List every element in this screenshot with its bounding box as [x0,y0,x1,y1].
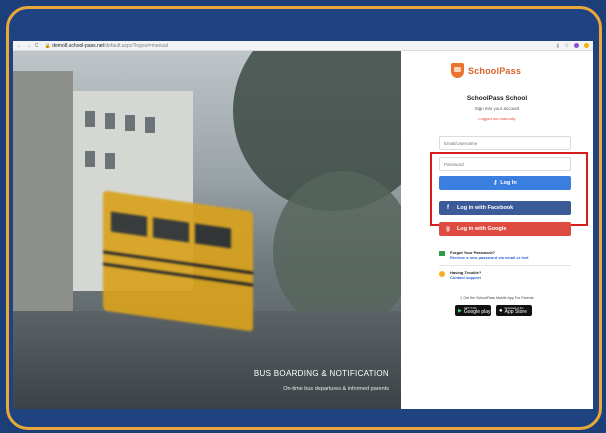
login-panel: SchoolPass SchoolPass School Sign into y… [401,51,593,409]
profile-avatar-icon[interactable] [574,43,579,48]
logged-out-message: Logged out manually [478,116,516,121]
facebook-login-button[interactable]: f Log in with Facebook [439,201,571,215]
trouble-block: Having Trouble? Contact support [439,270,481,280]
google-plus-icon: g [446,226,450,232]
building-window [145,117,155,133]
building-window [85,111,95,127]
bus-stripe [103,262,253,287]
reload-icon[interactable]: C [35,43,39,49]
mobile-app-text: ▯ Get the SchoolPass Mobile App For Pare… [401,296,593,300]
shield-logo-icon [451,63,464,78]
google-play-big: Google play [463,308,491,315]
apple-icon: ● [499,307,503,314]
extension-icon[interactable] [584,43,589,48]
building-window [105,153,115,169]
facebook-button-label: Log in with Facebook [457,205,514,211]
envelope-icon [439,251,445,256]
app-store-badge[interactable]: ● Download on the App Store [496,305,532,316]
building-window [85,151,95,167]
url-host: demo8.school-pass.net [52,42,104,49]
back-icon[interactable]: ← [17,43,22,49]
brand-logo: SchoolPass [451,63,521,78]
school-name: SchoolPass School [466,95,528,102]
browser-toolbar: ← → C 🔒 demo8.school-pass.net/default.as… [13,41,593,51]
mobile-app-label: Get the SchoolPass Mobile App For Parent… [463,296,534,300]
facebook-icon: f [447,205,449,211]
building-window [105,113,115,129]
app-store-big: App Store [504,308,527,315]
building-window [125,115,135,131]
forgot-password-link[interactable]: Recieve a new password via email or text [450,255,528,260]
bus-window [153,217,189,243]
bus-window [111,211,147,237]
road-shape [13,311,401,409]
play-icon: ▶ [458,307,462,314]
warning-icon [439,271,445,277]
google-login-button[interactable]: g Log in with Google [439,222,571,236]
hero-image: BUS BOARDING & NOTIFICATION On-time bus … [13,51,401,409]
divider [439,265,571,266]
bus-stripe [103,250,253,275]
google-button-label: Log in with Google [457,226,507,232]
hero-title: BUS BOARDING & NOTIFICATION [253,369,389,378]
google-play-badge[interactable]: ▶ GET IT ON Google play [455,305,491,316]
tree-shape [273,171,401,331]
url-path: /default.aspx?logout=manual [103,42,169,49]
school-bus-shape [103,190,253,332]
presentation-frame: ← → C 🔒 demo8.school-pass.net/default.as… [6,6,602,430]
browser-window: ← → C 🔒 demo8.school-pass.net/default.as… [13,41,593,409]
forgot-password-block: Forgot Your Password? Recieve a new pass… [439,250,528,260]
email-input[interactable] [439,136,571,150]
contact-support-link[interactable]: Contact support [450,275,481,280]
address-bar[interactable]: 🔒 demo8.school-pass.net/default.aspx?log… [45,43,168,49]
forward-icon[interactable]: → [26,43,31,49]
key-icon[interactable]: ⚷ [556,43,560,49]
brand-name: SchoolPass [468,65,522,76]
star-icon[interactable]: ☆ [565,43,569,49]
lock-icon: 🔒 [44,42,51,49]
app-store-badges: ▶ GET IT ON Google play ● Download on the… [455,305,532,316]
bus-window [195,223,231,249]
hero-subtitle: On-time bus departures & informed parent… [283,386,389,392]
building-shape [13,71,73,311]
signin-text: Sign into your account [474,106,520,111]
